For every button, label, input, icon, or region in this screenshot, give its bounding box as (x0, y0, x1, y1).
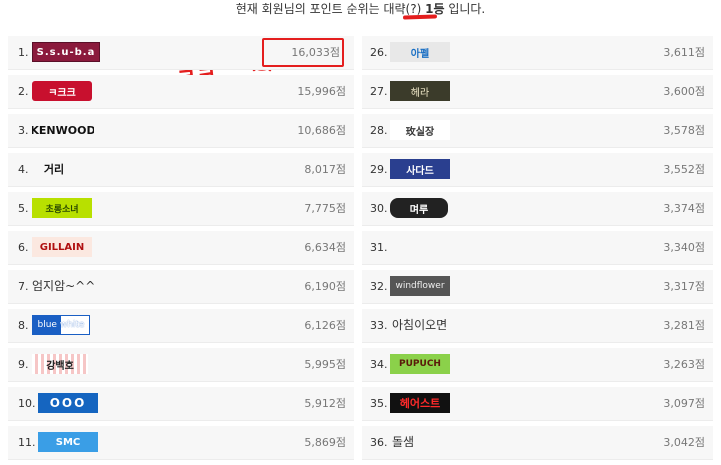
user-badge[interactable]: 헤라 (390, 81, 450, 101)
points-value: 3,097점 (663, 397, 705, 410)
user-badge[interactable]: ㅋ크크 (32, 81, 92, 101)
rank-number: 35. (370, 397, 388, 410)
rank-number: 6. (18, 241, 29, 254)
user-badge[interactable]: SMC (38, 432, 98, 452)
rank-summary: 현재 회원님의 포인트 순위는 대략(?) 1등 입니다. (0, 0, 721, 22)
points-value: 6,126점 (304, 319, 346, 332)
rank-number: 10. (18, 397, 36, 410)
points-value: 3,263점 (663, 358, 705, 371)
points-value: 10,686점 (297, 124, 346, 137)
points-value: 5,869점 (304, 436, 346, 449)
rank-number: 36. (370, 436, 388, 449)
user-badge[interactable]: windflower (390, 276, 450, 296)
user-badge[interactable]: 사다드 (390, 159, 450, 179)
points-value: 5,912점 (304, 397, 346, 410)
ranking-row: 31. 3,340점 (362, 231, 713, 265)
user-badge[interactable]: 헤어스트 (390, 393, 450, 413)
rank-number: 9. (18, 358, 29, 371)
rank-number: 8. (18, 319, 29, 332)
rank-summary-prefix: 현재 회원님의 포인트 순위는 대략(?) (235, 2, 426, 16)
points-value: 3,317점 (663, 280, 705, 293)
rank-number: 30. (370, 202, 388, 215)
rank-number: 31. (370, 241, 388, 254)
points-value: 3,042점 (663, 436, 705, 449)
rank-number: 27. (370, 85, 388, 98)
points-value: 5,995점 (304, 358, 346, 371)
points-value: 3,281점 (663, 319, 705, 332)
ranking-row: 10. OOO 5,912점 (8, 387, 354, 421)
ranking-row: 29. 사다드 3,552점 (362, 153, 713, 187)
rank-number: 1. (18, 46, 29, 59)
ranking-row: 30. 며루 3,374점 (362, 192, 713, 226)
points-value: 8,017점 (304, 163, 346, 176)
rank-number: 7. (18, 280, 29, 293)
ranking-row: 28. 玫실장 3,578점 (362, 114, 713, 148)
ranking-row: 11. SMC 5,869점 (8, 426, 354, 460)
rank-number: 26. (370, 46, 388, 59)
ranking-row: 8. blue white 6,126점 (8, 309, 354, 343)
points-value: 15,996점 (297, 85, 346, 98)
rank-number: 5. (18, 202, 29, 215)
rank-number: 11. (18, 436, 36, 449)
rank-number: 32. (370, 280, 388, 293)
points-value: 3,552점 (663, 163, 705, 176)
points-value: 3,578점 (663, 124, 705, 137)
ranking-row: 4. 거리 8,017점 (8, 153, 354, 187)
user-badge[interactable]: blue white (32, 315, 90, 335)
user-badge[interactable]: GILLAIN (32, 237, 92, 257)
points-value: 16,033점 (291, 46, 340, 59)
ranking-row: 9. 강백호 5,995점 (8, 348, 354, 382)
user-badge[interactable]: 며루 (390, 198, 448, 218)
ranking-column-left: 1. S.s.u-b.a 16,033점 2. ㅋ크크 15,996점 3. K… (8, 36, 354, 465)
points-value: 3,374점 (663, 202, 705, 215)
points-value: 3,611점 (663, 46, 705, 59)
points-value: 6,634점 (304, 241, 346, 254)
ranking-row: 5. 초롱소녀 7,775점 (8, 192, 354, 226)
ranking-column-right: 26. 아펠 3,611점 27. 헤라 3,600점 28. 玫실장 3,57… (362, 36, 713, 465)
ranking-row: 35. 헤어스트 3,097점 (362, 387, 713, 421)
points-value: 7,775점 (304, 202, 346, 215)
ranking-row: 7. 엄지암~^^ 6,190점 (8, 270, 354, 304)
points-value: 6,190점 (304, 280, 346, 293)
user-badge[interactable]: S.s.u-b.a (32, 42, 100, 62)
user-badge[interactable]: OOO (38, 393, 98, 413)
user-name[interactable]: 아침이오면 (392, 309, 447, 342)
user-badge[interactable]: 아펠 (390, 42, 450, 62)
rank-number: 29. (370, 163, 388, 176)
rank-summary-suffix: 입니다. (444, 2, 486, 16)
user-name[interactable]: 엄지암~^^ (32, 270, 95, 303)
ranking-row: 3. KENWOOD 10,686점 (8, 114, 354, 148)
ranking-row: 33. 아침이오면 3,281점 (362, 309, 713, 343)
points-value: 3,340점 (663, 241, 705, 254)
user-badge[interactable]: 거리 (38, 159, 70, 179)
user-badge[interactable]: KENWOOD (32, 120, 94, 140)
points-value: 3,600점 (663, 85, 705, 98)
rank-number: 34. (370, 358, 388, 371)
ranking-row: 1. S.s.u-b.a 16,033점 (8, 36, 354, 70)
rank-number: 28. (370, 124, 388, 137)
user-badge[interactable]: 강백호 (32, 354, 88, 374)
ranking-row: 27. 헤라 3,600점 (362, 75, 713, 109)
ranking-row: 34. PUPUCH 3,263점 (362, 348, 713, 382)
ranking-row: 26. 아펠 3,611점 (362, 36, 713, 70)
user-name[interactable]: 돌샘 (392, 426, 414, 459)
ranking-row: 32. windflower 3,317점 (362, 270, 713, 304)
user-badge[interactable]: 玫실장 (390, 120, 450, 140)
user-badge[interactable]: PUPUCH (390, 354, 450, 374)
rank-number: 2. (18, 85, 29, 98)
rank-number: 33. (370, 319, 388, 332)
rank-number: 4. (18, 163, 29, 176)
ranking-row: 2. ㅋ크크 15,996점 (8, 75, 354, 109)
rank-number: 3. (18, 124, 29, 137)
ranking-row: 36. 돌샘 3,042점 (362, 426, 713, 460)
ranking-row: 6. GILLAIN 6,634점 (8, 231, 354, 265)
user-badge[interactable]: 초롱소녀 (32, 198, 92, 218)
